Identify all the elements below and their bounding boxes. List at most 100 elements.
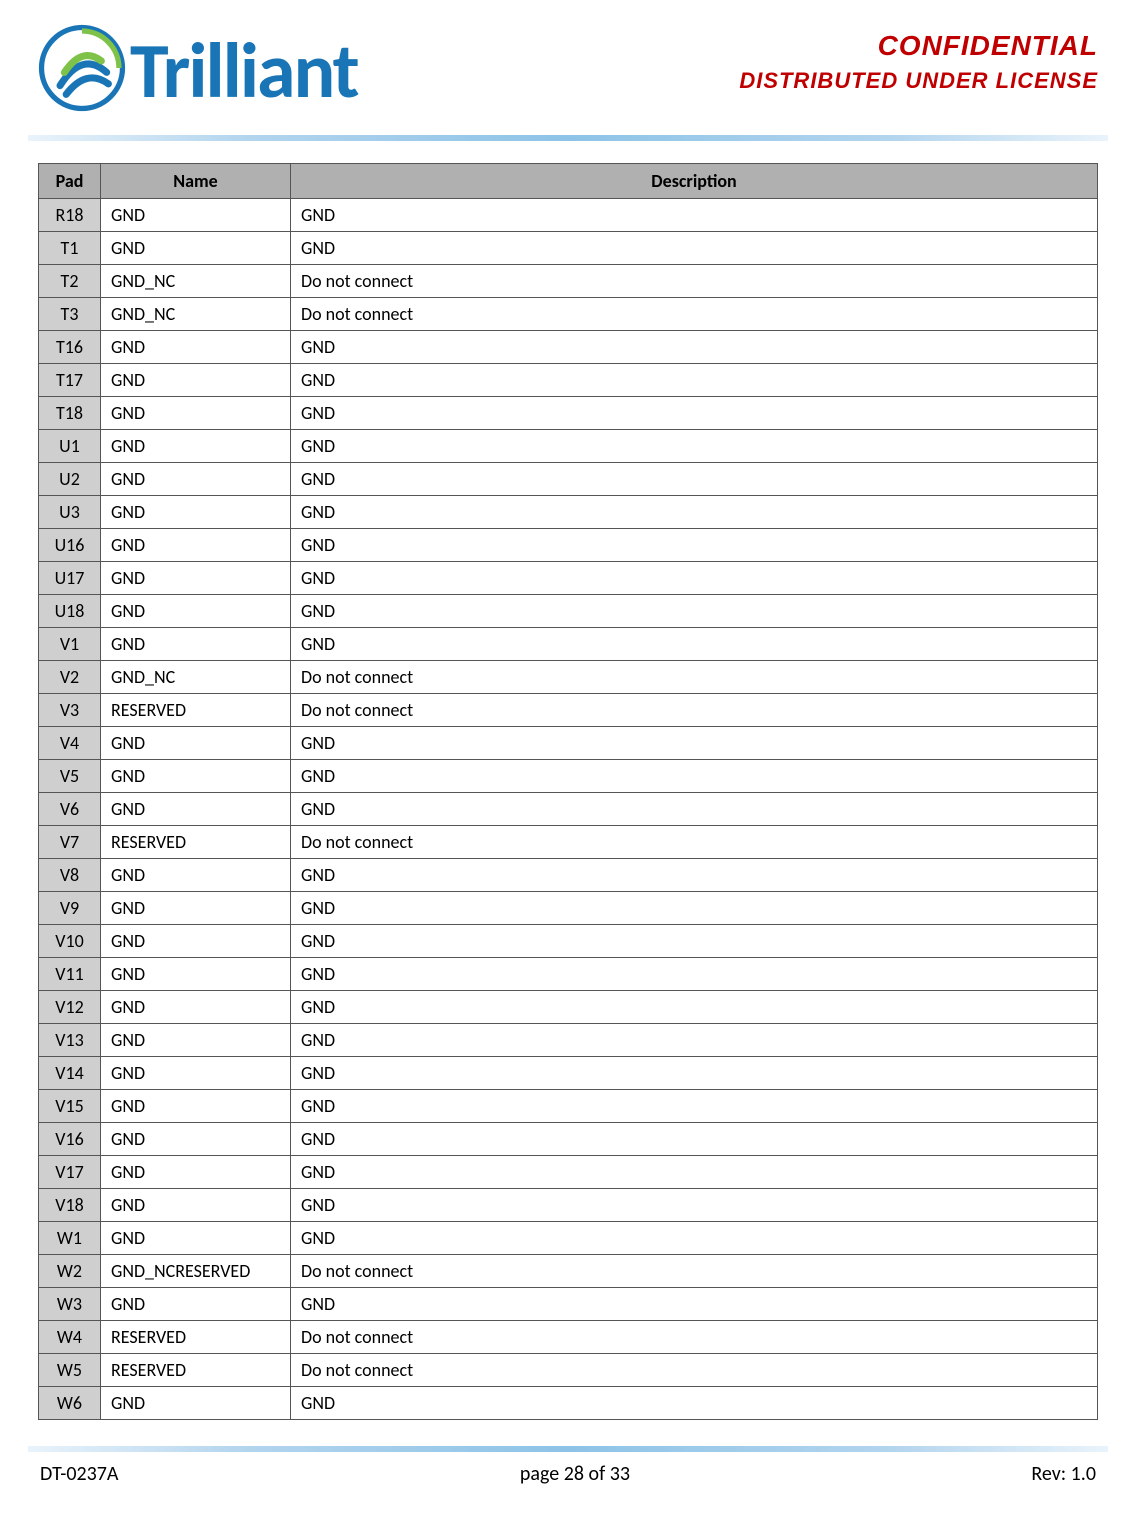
cell-name: GND_NC bbox=[101, 265, 291, 298]
table-header-row: Pad Name Description bbox=[39, 164, 1098, 199]
distributed-label: DISTRIBUTED UNDER LICENSE bbox=[739, 68, 1098, 94]
cell-desc: Do not connect bbox=[291, 826, 1098, 859]
cell-desc: GND bbox=[291, 958, 1098, 991]
cell-pad: T1 bbox=[39, 232, 101, 265]
logo: Trilliant bbox=[38, 24, 358, 117]
cell-name: GND bbox=[101, 397, 291, 430]
cell-desc: GND bbox=[291, 793, 1098, 826]
table-row: V3RESERVEDDo not connect bbox=[39, 694, 1098, 727]
cell-pad: V3 bbox=[39, 694, 101, 727]
cell-name: RESERVED bbox=[101, 826, 291, 859]
cell-pad: W1 bbox=[39, 1222, 101, 1255]
header-divider bbox=[28, 135, 1108, 141]
cell-pad: W4 bbox=[39, 1321, 101, 1354]
table-row: V11GNDGND bbox=[39, 958, 1098, 991]
table-row: V15GNDGND bbox=[39, 1090, 1098, 1123]
cell-desc: Do not connect bbox=[291, 1321, 1098, 1354]
cell-pad: V8 bbox=[39, 859, 101, 892]
cell-name: GND_NCRESERVED bbox=[101, 1255, 291, 1288]
cell-name: GND bbox=[101, 859, 291, 892]
cell-desc: GND bbox=[291, 562, 1098, 595]
cell-name: GND bbox=[101, 1222, 291, 1255]
cell-pad: V10 bbox=[39, 925, 101, 958]
cell-pad: T2 bbox=[39, 265, 101, 298]
table-row: T17GNDGND bbox=[39, 364, 1098, 397]
cell-name: GND bbox=[101, 463, 291, 496]
table-row: W5RESERVEDDo not connect bbox=[39, 1354, 1098, 1387]
cell-name: GND_NC bbox=[101, 661, 291, 694]
cell-desc: GND bbox=[291, 529, 1098, 562]
cell-pad: W6 bbox=[39, 1387, 101, 1420]
cell-desc: GND bbox=[291, 463, 1098, 496]
cell-desc: GND bbox=[291, 925, 1098, 958]
table-row: V16GNDGND bbox=[39, 1123, 1098, 1156]
cell-name: GND bbox=[101, 1057, 291, 1090]
cell-pad: U1 bbox=[39, 430, 101, 463]
cell-pad: V13 bbox=[39, 1024, 101, 1057]
cell-pad: R18 bbox=[39, 199, 101, 232]
table-row: V14GNDGND bbox=[39, 1057, 1098, 1090]
cell-desc: GND bbox=[291, 364, 1098, 397]
table-row: V9GNDGND bbox=[39, 892, 1098, 925]
cell-pad: W3 bbox=[39, 1288, 101, 1321]
cell-name: GND bbox=[101, 793, 291, 826]
cell-name: GND bbox=[101, 232, 291, 265]
cell-desc: Do not connect bbox=[291, 694, 1098, 727]
cell-pad: V12 bbox=[39, 991, 101, 1024]
cell-desc: GND bbox=[291, 628, 1098, 661]
cell-pad: U18 bbox=[39, 595, 101, 628]
doc-id: DT-0237A bbox=[40, 1462, 119, 1486]
table-row: R18GNDGND bbox=[39, 199, 1098, 232]
cell-pad: V14 bbox=[39, 1057, 101, 1090]
cell-desc: GND bbox=[291, 1024, 1098, 1057]
cell-pad: V1 bbox=[39, 628, 101, 661]
table-row: T18GNDGND bbox=[39, 397, 1098, 430]
cell-name: GND bbox=[101, 364, 291, 397]
cell-pad: V2 bbox=[39, 661, 101, 694]
confidential-block: CONFIDENTIAL DISTRIBUTED UNDER LICENSE bbox=[739, 24, 1098, 94]
cell-desc: GND bbox=[291, 496, 1098, 529]
table-row: U3GNDGND bbox=[39, 496, 1098, 529]
cell-desc: GND bbox=[291, 991, 1098, 1024]
table-row: U17GNDGND bbox=[39, 562, 1098, 595]
cell-name: GND bbox=[101, 628, 291, 661]
cell-name: GND bbox=[101, 496, 291, 529]
cell-desc: GND bbox=[291, 1387, 1098, 1420]
cell-pad: W5 bbox=[39, 1354, 101, 1387]
cell-pad: T3 bbox=[39, 298, 101, 331]
col-name: Name bbox=[101, 164, 291, 199]
cell-desc: GND bbox=[291, 1057, 1098, 1090]
cell-desc: GND bbox=[291, 1288, 1098, 1321]
cell-pad: T17 bbox=[39, 364, 101, 397]
cell-name: GND bbox=[101, 991, 291, 1024]
table-row: U18GNDGND bbox=[39, 595, 1098, 628]
table-row: T3GND_NCDo not connect bbox=[39, 298, 1098, 331]
table-row: V12GNDGND bbox=[39, 991, 1098, 1024]
table-row: W2GND_NCRESERVEDDo not connect bbox=[39, 1255, 1098, 1288]
cell-name: GND bbox=[101, 1156, 291, 1189]
cell-desc: Do not connect bbox=[291, 661, 1098, 694]
cell-pad: V11 bbox=[39, 958, 101, 991]
cell-name: GND bbox=[101, 199, 291, 232]
table-row: V17GNDGND bbox=[39, 1156, 1098, 1189]
cell-desc: GND bbox=[291, 727, 1098, 760]
cell-name: GND bbox=[101, 1387, 291, 1420]
cell-desc: Do not connect bbox=[291, 1354, 1098, 1387]
footer-divider bbox=[28, 1446, 1108, 1452]
cell-pad: W2 bbox=[39, 1255, 101, 1288]
cell-desc: GND bbox=[291, 892, 1098, 925]
cell-name: GND bbox=[101, 958, 291, 991]
cell-name: GND bbox=[101, 727, 291, 760]
table-row: T16GNDGND bbox=[39, 331, 1098, 364]
cell-pad: U17 bbox=[39, 562, 101, 595]
cell-name: RESERVED bbox=[101, 1321, 291, 1354]
table-row: U16GNDGND bbox=[39, 529, 1098, 562]
cell-name: GND bbox=[101, 1288, 291, 1321]
table-row: V13GNDGND bbox=[39, 1024, 1098, 1057]
cell-name: GND bbox=[101, 1189, 291, 1222]
cell-pad: U16 bbox=[39, 529, 101, 562]
cell-name: RESERVED bbox=[101, 694, 291, 727]
cell-name: GND bbox=[101, 1024, 291, 1057]
cell-name: GND bbox=[101, 430, 291, 463]
cell-pad: U2 bbox=[39, 463, 101, 496]
